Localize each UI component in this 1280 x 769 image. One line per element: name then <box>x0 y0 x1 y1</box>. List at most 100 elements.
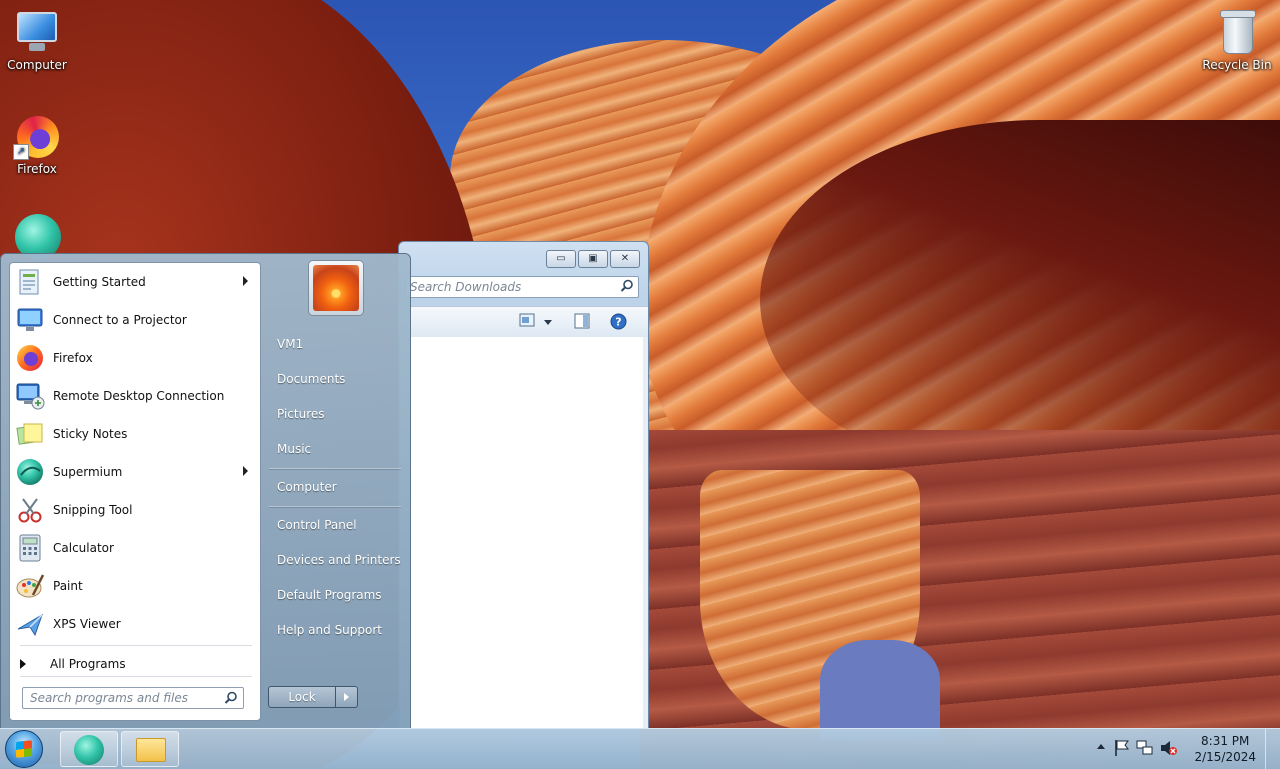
view-dropdown-icon[interactable] <box>543 316 553 330</box>
start-search-placeholder: Search programs and files <box>30 691 188 705</box>
place-control-panel[interactable]: Control Panel <box>277 518 357 532</box>
show-hidden-icons-icon[interactable] <box>1096 740 1106 755</box>
network-icon[interactable] <box>1136 739 1154 761</box>
svg-text:?: ? <box>615 316 621 329</box>
program-label: Calculator <box>53 541 114 555</box>
explorer-search-placeholder: Search Downloads <box>410 280 522 294</box>
explorer-toolbar: ? <box>399 306 648 338</box>
user-avatar-flower-icon <box>313 265 359 311</box>
taskbar-item-explorer[interactable] <box>121 731 179 767</box>
program-item-calculator[interactable]: Calculator <box>10 530 260 566</box>
place-computer[interactable]: Computer <box>277 480 337 494</box>
maximize-button[interactable]: ▣ <box>578 250 608 268</box>
place-default-programs[interactable]: Default Programs <box>277 588 382 602</box>
submenu-arrow-icon <box>243 466 248 476</box>
place-documents[interactable]: Documents <box>277 372 345 386</box>
program-item-remote-desktop[interactable]: Remote Desktop Connection <box>10 378 260 414</box>
minimize-button[interactable]: ▭ <box>546 250 576 268</box>
place-pictures[interactable]: Pictures <box>277 407 325 421</box>
program-label: Getting Started <box>53 275 146 289</box>
change-view-icon[interactable] <box>519 313 535 330</box>
calculator-icon <box>15 533 45 563</box>
recycle-bin-icon <box>1213 8 1261 56</box>
firefox-icon: ↗ <box>13 112 61 160</box>
explorer-scrollbar[interactable] <box>643 337 648 728</box>
firefox-icon <box>15 343 45 373</box>
remote-desktop-icon <box>15 381 45 411</box>
taskbar-clock[interactable]: 8:31 PM 2/15/2024 <box>1194 733 1256 765</box>
explorer-content-pane[interactable] <box>399 337 643 728</box>
computer-icon <box>13 8 61 56</box>
program-label: Snipping Tool <box>53 503 133 517</box>
paint-icon <box>15 571 45 601</box>
start-search-input[interactable]: Search programs and files <box>22 687 244 709</box>
place-music[interactable]: Music <box>277 442 311 456</box>
lock-button[interactable]: Lock <box>268 686 336 708</box>
program-item-supermium[interactable]: Supermium <box>10 454 260 490</box>
arrow-right-icon <box>344 693 349 701</box>
taskbar-item-supermium[interactable] <box>60 731 118 767</box>
desktop-icon-computer[interactable]: Computer <box>0 8 74 72</box>
program-item-paint[interactable]: Paint <box>10 568 260 604</box>
start-button[interactable] <box>5 730 43 768</box>
search-divider <box>20 676 252 677</box>
desktop-icon-label: Computer <box>7 58 67 72</box>
explorer-window: ▭ ▣ ✕ Search Downloads ? <box>398 241 649 729</box>
places-divider <box>269 468 401 469</box>
program-label: Connect to a Projector <box>53 313 187 327</box>
xps-viewer-icon <box>15 609 45 639</box>
program-item-snipping-tool[interactable]: Snipping Tool <box>10 492 260 528</box>
places-divider <box>269 506 401 507</box>
program-item-sticky-notes[interactable]: Sticky Notes <box>10 416 260 452</box>
user-picture[interactable] <box>308 260 364 316</box>
all-programs-button[interactable]: All Programs <box>10 651 260 679</box>
search-icon <box>620 279 634 296</box>
program-item-xps-viewer[interactable]: XPS Viewer <box>10 606 260 642</box>
program-item-getting-started[interactable]: Getting Started <box>10 264 260 300</box>
place-help-support[interactable]: Help and Support <box>277 623 382 637</box>
shutdown-options-button[interactable] <box>335 686 358 708</box>
program-label: Firefox <box>53 351 93 365</box>
snipping-tool-icon <box>15 495 45 525</box>
program-item-firefox[interactable]: Firefox <box>10 340 260 376</box>
desktop-icon-recycle-bin[interactable]: Recycle Bin <box>1200 8 1274 72</box>
all-programs-arrow-icon <box>20 659 26 669</box>
programs-divider <box>20 645 252 646</box>
program-label: XPS Viewer <box>53 617 121 631</box>
explorer-search-input[interactable]: Search Downloads <box>405 276 639 298</box>
place-devices-printers[interactable]: Devices and Printers <box>277 553 401 567</box>
sticky-notes-icon <box>15 419 45 449</box>
program-label: Supermium <box>53 465 123 479</box>
desktop-icon-label: Recycle Bin <box>1202 58 1272 72</box>
submenu-arrow-icon <box>243 276 248 286</box>
start-menu: Getting Started Connect to a Projector F… <box>0 253 411 729</box>
volume-muted-icon[interactable] <box>1160 739 1178 761</box>
program-label: Sticky Notes <box>53 427 128 441</box>
desktop-icon-firefox[interactable]: ↗ Firefox <box>0 112 74 176</box>
desktop-icon-label: Firefox <box>17 162 57 176</box>
all-programs-label: All Programs <box>50 657 126 671</box>
supermium-icon <box>74 735 104 765</box>
clock-time: 8:31 PM <box>1201 734 1250 748</box>
wallpaper-sky-reflection <box>820 640 940 740</box>
clock-date: 2/15/2024 <box>1194 750 1256 764</box>
program-label: Paint <box>53 579 83 593</box>
action-center-flag-icon[interactable] <box>1114 739 1130 761</box>
program-label: Remote Desktop Connection <box>53 389 225 403</box>
show-desktop-button[interactable] <box>1265 729 1280 769</box>
folder-icon <box>136 738 166 762</box>
close-button[interactable]: ✕ <box>610 250 640 268</box>
windows-logo-icon <box>16 740 32 758</box>
help-icon[interactable]: ? <box>610 313 627 333</box>
program-item-connect-projector[interactable]: Connect to a Projector <box>10 302 260 338</box>
system-tray: 8:31 PM 2/15/2024 <box>1090 729 1280 769</box>
search-icon <box>224 691 238 708</box>
window-controls: ▭ ▣ ✕ <box>546 250 640 268</box>
projector-icon <box>15 305 45 335</box>
preview-pane-icon[interactable] <box>574 313 590 332</box>
place-user-folder[interactable]: VM1 <box>277 337 303 351</box>
taskbar: 8:31 PM 2/15/2024 <box>0 728 1280 769</box>
supermium-icon <box>15 457 45 487</box>
shortcut-arrow-icon: ↗ <box>13 144 29 160</box>
start-menu-programs-pane: Getting Started Connect to a Projector F… <box>9 262 261 721</box>
